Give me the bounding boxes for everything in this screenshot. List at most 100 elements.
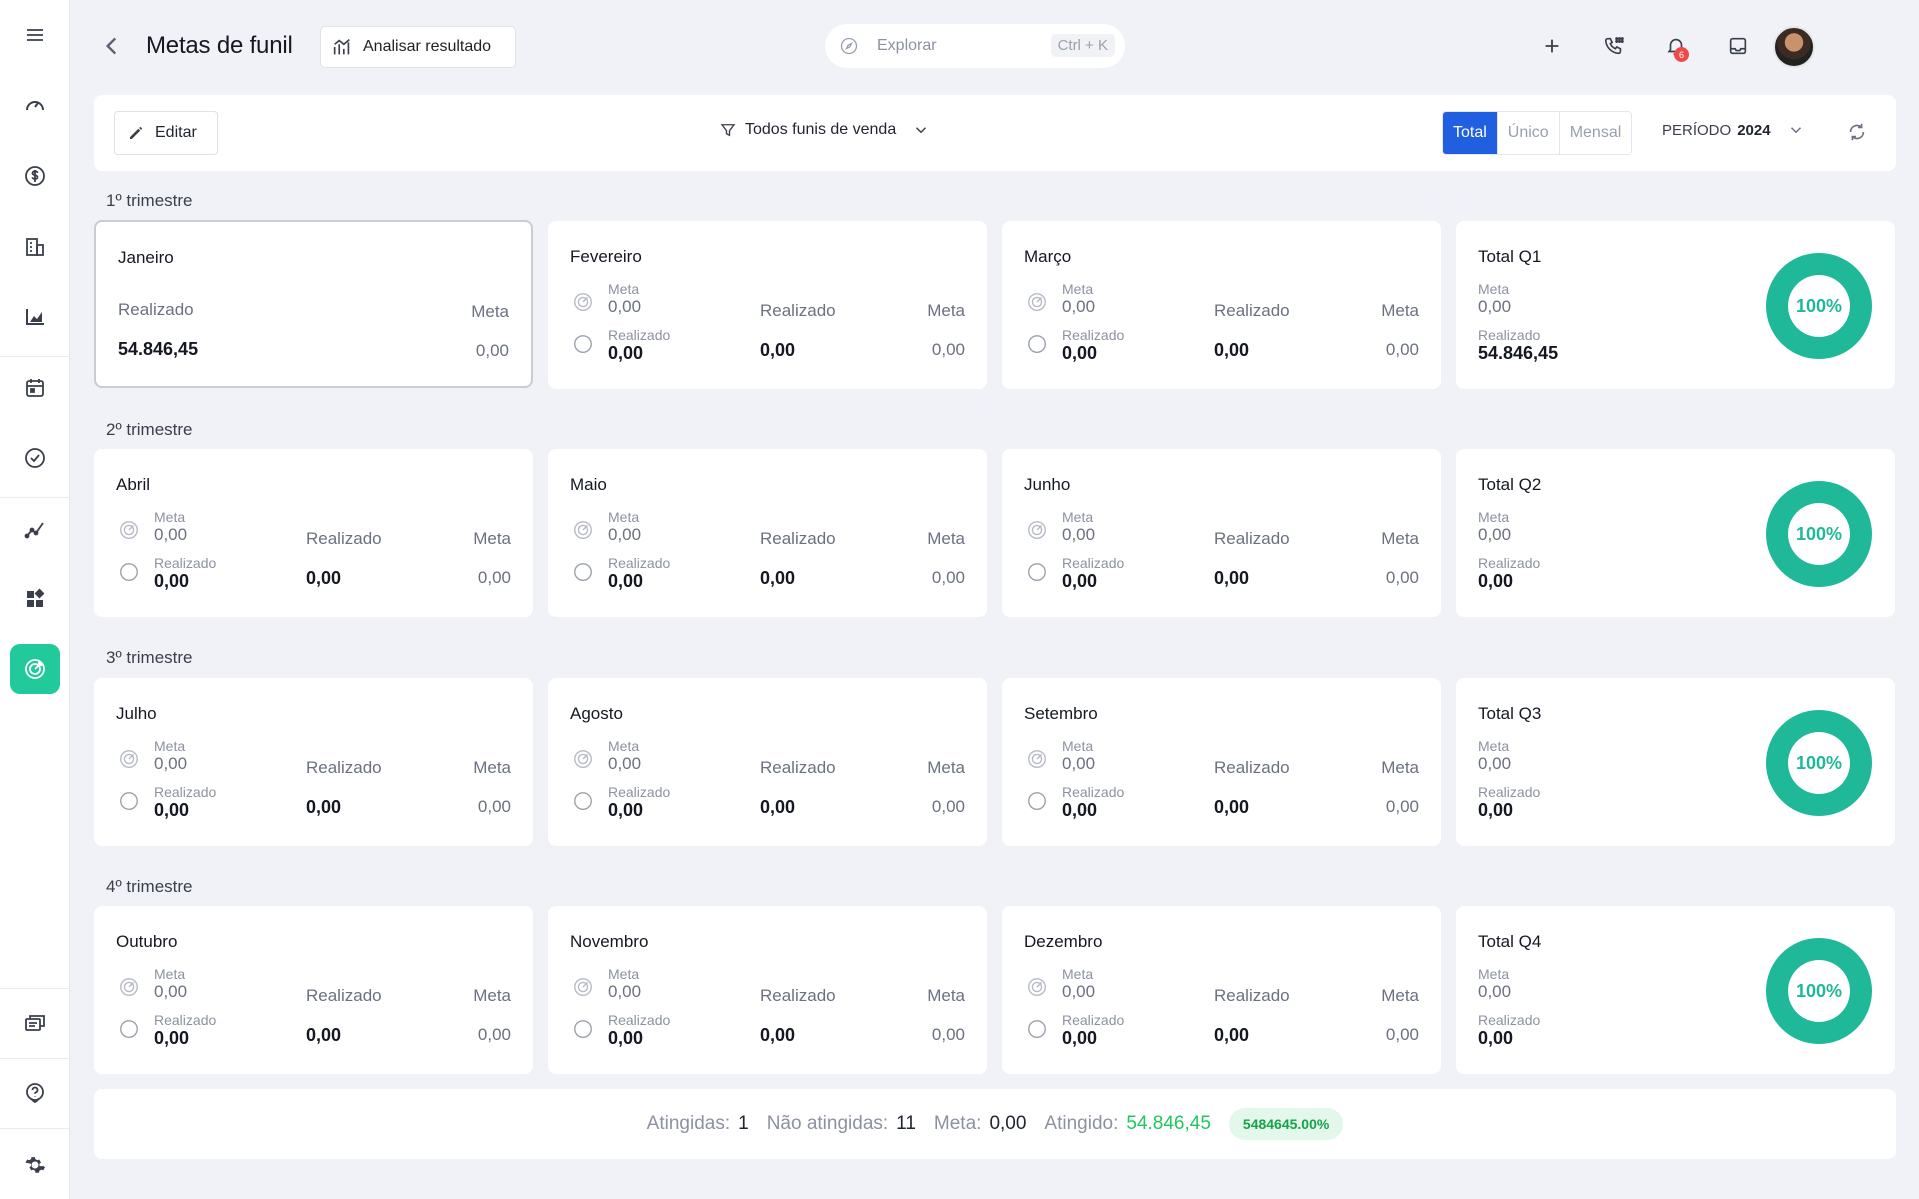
meta-label: Meta [1062, 509, 1094, 525]
check-circle-icon[interactable] [10, 433, 60, 483]
chevron-down-icon [916, 127, 927, 134]
month-card-marco[interactable]: Março Meta 0,00 Realizado 0,00 Realizado… [1002, 221, 1441, 389]
realizado-column-value: 0,00 [760, 1025, 796, 1045]
circle-icon [1028, 1020, 1046, 1038]
target-icon [120, 750, 138, 768]
chat-icon[interactable] [10, 998, 60, 1048]
target-icon [120, 521, 138, 539]
meta-column-label: Meta [1381, 301, 1419, 320]
month-card-julho[interactable]: Julho Meta 0,00 Realizado 0,00 Realizado… [94, 678, 533, 846]
circle-icon [1028, 335, 1046, 353]
realizado-label: Realizado [1478, 1012, 1541, 1028]
month-card-agosto[interactable]: Agosto Meta 0,00 Realizado 0,00 Realizad… [548, 678, 987, 846]
realizado-label: Realizado [1062, 1012, 1125, 1028]
refresh-icon[interactable] [1846, 121, 1868, 143]
segment-total[interactable]: Total [1443, 112, 1498, 154]
period-select[interactable]: PERÍODO 2024 [1662, 121, 1805, 139]
segment-mensal[interactable]: Mensal [1560, 112, 1632, 154]
edit-button[interactable]: Editar [114, 111, 218, 155]
month-card-fevereiro[interactable]: Fevereiro Meta 0,00 Realizado 0,00 Reali… [548, 221, 987, 389]
settings-gear-icon[interactable] [10, 1140, 60, 1190]
circle-icon [1028, 792, 1046, 810]
atingido-label: Atingido: [1044, 1113, 1119, 1134]
realizado-label: Realizado [1478, 327, 1541, 343]
search-input[interactable]: Explorar Ctrl + K [825, 24, 1125, 68]
realizado-label: Realizado [1478, 784, 1541, 800]
total-name: Total Q1 [1478, 247, 1542, 266]
help-icon[interactable] [10, 1068, 60, 1118]
progress-donut: 100% [1766, 710, 1872, 816]
month-name: Agosto [570, 704, 623, 723]
notifications-bell-icon[interactable]: 6 [1662, 32, 1690, 62]
chevron-down-icon [1790, 127, 1801, 134]
realizado-value: 0,00 [1478, 800, 1514, 820]
realizado-label: Realizado [608, 1012, 671, 1028]
realizado-column-value: 0,00 [760, 568, 796, 588]
progress-percent: 100% [1788, 960, 1850, 1022]
month-name: Janeiro [118, 248, 174, 267]
funnel-select[interactable]: Todos funis de venda [719, 121, 930, 139]
inbox-icon[interactable] [1724, 32, 1752, 60]
back-chevron-icon[interactable] [98, 32, 126, 60]
target-icon [1028, 978, 1046, 996]
header: Metas de funil Analisar resultado Explor… [70, 0, 1919, 94]
meta-column-label: Meta [473, 758, 511, 777]
realizado-value: 54.846,45 [1478, 343, 1559, 363]
meta-column-value: 0,00 [475, 341, 509, 360]
realizado-value: 0,00 [1478, 571, 1514, 591]
realizado-column-label: Realizado [760, 529, 836, 548]
dashboard-gauge-icon[interactable] [10, 80, 60, 130]
calendar-icon[interactable] [10, 363, 60, 413]
menu-icon[interactable] [10, 10, 60, 60]
realizado-value: 0,00 [154, 800, 190, 820]
widgets-icon[interactable] [10, 574, 60, 624]
meta-value: 0,00 [154, 982, 188, 1001]
realizado-column-label: Realizado [118, 300, 194, 319]
meta-column-label: Meta [927, 986, 965, 1005]
month-name: Novembro [570, 932, 649, 951]
month-name: Dezembro [1024, 932, 1103, 951]
atingidas-label: Atingidas: [646, 1113, 731, 1134]
period-label: PERÍODO [1662, 121, 1732, 139]
realizado-value: 0,00 [1062, 343, 1098, 363]
dollar-icon[interactable] [10, 151, 60, 201]
realizado-column-value: 54.846,45 [118, 339, 199, 359]
month-card-maio[interactable]: Maio Meta 0,00 Realizado 0,00 Realizado … [548, 449, 987, 617]
month-card-setembro[interactable]: Setembro Meta 0,00 Realizado 0,00 Realiz… [1002, 678, 1441, 846]
summary-bar: Atingidas: 1 Não atingidas: 11 Meta: 0,0… [94, 1089, 1896, 1159]
month-card-novembro[interactable]: Novembro Meta 0,00 Realizado 0,00 Realiz… [548, 906, 987, 1074]
month-card-outubro[interactable]: Outubro Meta 0,00 Realizado 0,00 Realiza… [94, 906, 533, 1074]
month-card-janeiro[interactable]: Janeiro Realizado 54.846,45 Meta 0,00 [94, 220, 533, 388]
segment-unico[interactable]: Único [1498, 112, 1560, 154]
phone-dialpad-icon[interactable] [1600, 32, 1628, 60]
realizado-label: Realizado [1062, 784, 1125, 800]
meta-value: 0,00 [1062, 754, 1096, 773]
analyze-results-button[interactable]: Analisar resultado [320, 26, 516, 68]
chart-icon[interactable] [10, 292, 60, 342]
month-name: Março [1024, 247, 1072, 266]
meta-value: 0,00 [1062, 525, 1096, 544]
meta-column-value: 0,00 [1385, 1025, 1419, 1044]
month-card-junho[interactable]: Junho Meta 0,00 Realizado 0,00 Realizado… [1002, 449, 1441, 617]
month-name: Junho [1024, 475, 1071, 494]
realizado-value: 0,00 [608, 1028, 644, 1048]
trend-icon[interactable] [10, 504, 60, 554]
funnel-select-label: Todos funis de venda [745, 121, 897, 138]
meta-value: 0,00 [608, 297, 642, 316]
analytics-chart-icon [333, 39, 350, 55]
meta-value: 0,00 [154, 525, 188, 544]
meta-label: Meta [1478, 509, 1510, 525]
realizado-value: 0,00 [1062, 1028, 1098, 1048]
user-avatar[interactable] [1773, 26, 1815, 68]
page-title: Metas de funil [146, 32, 293, 59]
goals-target-icon[interactable] [10, 644, 60, 694]
realizado-value: 0,00 [608, 800, 644, 820]
building-icon[interactable] [10, 222, 60, 272]
add-plus-icon[interactable] [1538, 32, 1566, 60]
month-card-dezembro[interactable]: Dezembro Meta 0,00 Realizado 0,00 Realiz… [1002, 906, 1441, 1074]
meta-total-value: 0,00 [989, 1113, 1027, 1134]
realizado-column-label: Realizado [1214, 529, 1290, 548]
circle-icon [574, 335, 592, 353]
circle-icon [1028, 563, 1046, 581]
month-card-abril[interactable]: Abril Meta 0,00 Realizado 0,00 Realizado… [94, 449, 533, 617]
